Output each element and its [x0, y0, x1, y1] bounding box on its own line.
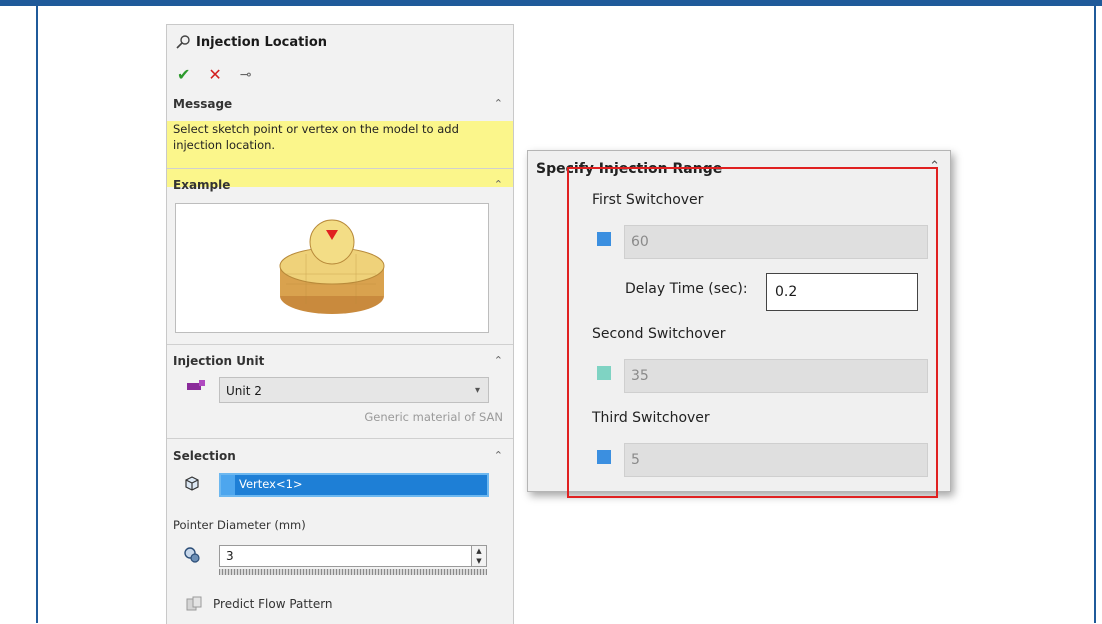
example-collapse-icon[interactable]: ⌃	[494, 178, 503, 191]
first-switchover-label: First Switchover	[592, 192, 704, 208]
example-image-box	[175, 203, 489, 333]
delay-time-label: Delay Time (sec):	[625, 281, 748, 297]
injection-unit-collapse-icon[interactable]: ⌃	[494, 354, 503, 367]
second-switchover-field[interactable]: 35	[624, 359, 928, 393]
injection-unit-icon	[187, 380, 205, 390]
example-part-icon	[279, 219, 385, 314]
frame-top	[0, 0, 1102, 6]
example-header: Example	[173, 178, 231, 192]
message-collapse-icon[interactable]: ⌃	[494, 97, 503, 110]
divider	[167, 344, 513, 345]
panel-title: Injection Location	[175, 34, 327, 50]
injection-unit-header: Injection Unit	[173, 354, 265, 368]
message-text: Select sketch point or vertex on the mod…	[173, 122, 459, 152]
cancel-icon[interactable]: ✕	[208, 65, 221, 84]
spinner-icon[interactable]: ▲ ▼	[471, 546, 486, 566]
injection-location-panel: Injection Location ✔ ✕ ⊸ Message ⌃ Selec…	[166, 24, 514, 624]
second-switchover-label: Second Switchover	[592, 326, 726, 342]
predict-flow-pattern[interactable]: Predict Flow Pattern	[185, 595, 333, 613]
message-header: Message	[173, 97, 233, 111]
panel-title-text: Injection Location	[196, 34, 328, 50]
selection-field[interactable]: Vertex<1>	[219, 473, 489, 497]
injection-unit-value: Unit 2	[226, 384, 262, 398]
vertex-cube-icon	[185, 476, 199, 491]
third-switchover-swatch	[597, 450, 611, 464]
chevron-down-icon: ▾	[474, 385, 480, 396]
pointer-diameter-input[interactable]: 3 ▲ ▼	[219, 545, 487, 567]
injection-location-icon	[176, 35, 190, 49]
selection-value: Vertex<1>	[239, 477, 303, 491]
divider	[167, 168, 513, 169]
delay-time-input[interactable]: 0.2	[766, 273, 918, 311]
ok-icon[interactable]: ✔	[177, 65, 190, 84]
third-switchover-field[interactable]: 5	[624, 443, 928, 477]
pointer-diameter-icon	[184, 547, 200, 563]
frame-left	[36, 6, 38, 623]
pointer-diameter-value: 3	[226, 549, 234, 563]
third-switchover-label: Third Switchover	[592, 410, 710, 426]
pointer-diameter-label: Pointer Diameter (mm)	[173, 518, 306, 532]
selection-collapse-icon[interactable]: ⌃	[494, 449, 503, 462]
second-switchover-swatch	[597, 366, 611, 380]
divider	[167, 438, 513, 439]
panel-actions: ✔ ✕ ⊸	[177, 65, 252, 84]
diameter-slider[interactable]	[219, 569, 487, 575]
selection-header: Selection	[173, 449, 236, 463]
predict-flow-icon	[186, 596, 202, 611]
pin-icon[interactable]: ⊸	[240, 67, 252, 83]
material-note: Generic material of SAN	[364, 410, 503, 424]
injection-unit-select[interactable]: Unit 2 ▾	[219, 377, 489, 403]
first-switchover-field[interactable]: 60	[624, 225, 928, 259]
selection-color-bar	[221, 475, 235, 495]
first-switchover-swatch	[597, 232, 611, 246]
predict-flow-label: Predict Flow Pattern	[213, 597, 333, 611]
frame-right	[1094, 6, 1096, 623]
